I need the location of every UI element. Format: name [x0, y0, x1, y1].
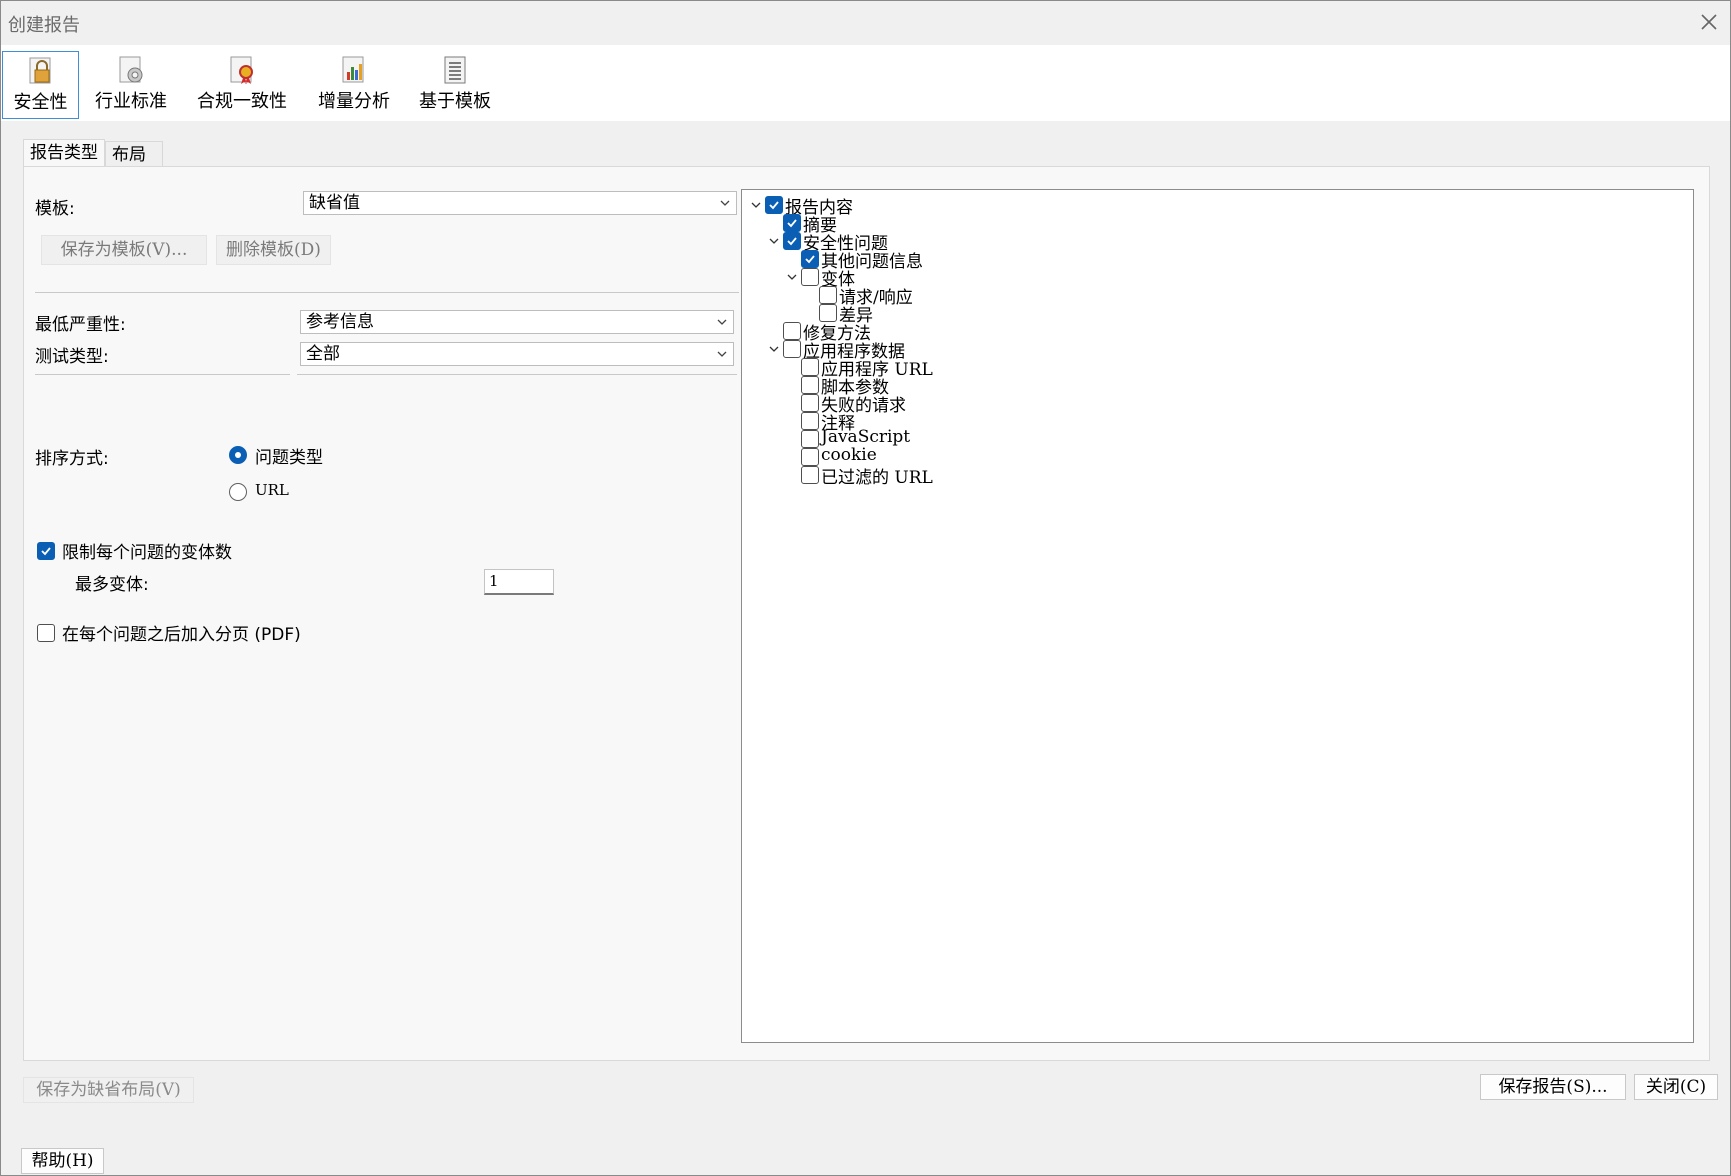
- expand-chevron-icon[interactable]: [786, 271, 798, 283]
- toolbar-security[interactable]: 安全性: [2, 51, 79, 119]
- tree-node[interactable]: 差异: [742, 304, 1642, 326]
- toolbar-label: 安全性: [13, 92, 68, 113]
- tree-node[interactable]: 请求/响应: [742, 286, 1642, 308]
- divider: [297, 374, 737, 375]
- save-as-template-button[interactable]: 保存为模板(V)...: [41, 235, 207, 265]
- sort-by-url-label: URL: [255, 481, 289, 499]
- divider: [35, 292, 739, 293]
- toolbar-compliance[interactable]: 合规一致性: [189, 51, 295, 119]
- tree-node[interactable]: 报告内容: [742, 196, 1642, 218]
- ribbon-icon: [230, 56, 253, 84]
- tree-node[interactable]: 已过滤的 URL: [742, 466, 1642, 488]
- tree-node-checkbox[interactable]: [783, 340, 801, 358]
- tree-node[interactable]: JavaScript: [742, 427, 1642, 448]
- tree-node-checkbox[interactable]: [801, 376, 819, 394]
- tree-node-label: JavaScript: [821, 427, 911, 447]
- sort-by-label: 排序方式:: [35, 449, 109, 469]
- tree-node-checkbox[interactable]: [783, 214, 801, 232]
- expand-chevron-icon[interactable]: [768, 343, 780, 355]
- tree-node[interactable]: 其他问题信息: [742, 250, 1642, 272]
- tree-node-label: 已过滤的 URL: [821, 468, 933, 488]
- limit-variants-checkbox[interactable]: [37, 542, 55, 560]
- template-icon: [444, 56, 466, 84]
- window-title: 创建报告: [8, 15, 80, 36]
- check-icon: [41, 547, 51, 556]
- expand-chevron-icon[interactable]: [750, 199, 762, 211]
- toolbar-industry-standard[interactable]: 行业标准: [85, 51, 177, 119]
- report-type-toolbar: 安全性 行业标准 合规一致性 增量分析 基于模板: [1, 45, 1730, 121]
- report-content-tree[interactable]: 报告内容 摘要 安全性问题 其他问题信息 变体 请求/响应 差异 修复方法 应用程序数据 应用程序…: [741, 189, 1694, 1043]
- title-bar: 创建报告: [1, 1, 1730, 45]
- tree-node[interactable]: 失败的请求: [742, 394, 1642, 416]
- toolbar-label: 行业标准: [95, 91, 167, 112]
- close-window-button[interactable]: [1696, 9, 1722, 35]
- lock-icon: [29, 57, 50, 84]
- toolbar-label: 增量分析: [318, 91, 390, 112]
- sort-by-issue-type-radio[interactable]: [229, 446, 247, 464]
- min-severity-value: 参考信息: [306, 312, 374, 332]
- tab-layout[interactable]: 布局: [105, 141, 163, 167]
- check-icon: [787, 219, 797, 228]
- tree-node-label: cookie: [821, 445, 877, 465]
- help-button[interactable]: 帮助(H): [21, 1148, 104, 1174]
- create-report-dialog: 创建报告 安全性 行业标准 合规一致性 增量分析 基于模板 报告类型 布局 模板…: [0, 0, 1731, 1176]
- toolbar-delta-analysis[interactable]: 增量分析: [308, 51, 400, 119]
- sort-by-url-radio[interactable]: [229, 483, 247, 501]
- check-icon: [787, 237, 797, 246]
- gear-icon: [119, 56, 143, 83]
- tree-node-checkbox[interactable]: [801, 394, 819, 412]
- tree-node-checkbox[interactable]: [801, 466, 819, 484]
- toolbar-label: 合规一致性: [197, 91, 287, 112]
- max-variants-label: 最多变体:: [75, 575, 149, 595]
- save-default-layout-button[interactable]: 保存为缺省布局(V): [23, 1077, 194, 1103]
- sort-by-issue-type-label: 问题类型: [255, 448, 323, 468]
- tree-node-checkbox[interactable]: [801, 448, 819, 466]
- check-icon: [805, 255, 815, 264]
- chart-icon: [342, 56, 364, 83]
- chevron-down-icon: [720, 200, 730, 206]
- tree-node-checkbox[interactable]: [783, 232, 801, 250]
- chevron-down-icon: [717, 319, 727, 325]
- delete-template-button[interactable]: 删除模板(D): [216, 235, 331, 265]
- test-type-select[interactable]: 全部: [300, 342, 734, 366]
- tree-node-checkbox[interactable]: [801, 412, 819, 430]
- test-type-label: 测试类型:: [35, 347, 109, 367]
- tree-node-checkbox[interactable]: [801, 268, 819, 286]
- min-severity-select[interactable]: 参考信息: [300, 310, 734, 334]
- divider: [35, 374, 290, 375]
- check-icon: [769, 201, 779, 210]
- page-break-checkbox[interactable]: [37, 624, 55, 642]
- test-type-value: 全部: [306, 344, 340, 364]
- page-break-label: 在每个问题之后加入分页 (PDF): [62, 625, 301, 645]
- toolbar-template-based[interactable]: 基于模板: [409, 51, 501, 119]
- close-button[interactable]: 关闭(C): [1634, 1074, 1718, 1100]
- tree-node-checkbox[interactable]: [801, 430, 819, 448]
- close-icon: [1701, 14, 1717, 30]
- chevron-down-icon: [717, 351, 727, 357]
- tree-node-checkbox[interactable]: [765, 196, 783, 214]
- template-label: 模板:: [35, 199, 75, 219]
- min-severity-label: 最低严重性:: [35, 315, 126, 335]
- toolbar-label: 基于模板: [419, 91, 491, 112]
- max-variants-input[interactable]: 1: [484, 569, 554, 595]
- expand-chevron-icon[interactable]: [768, 235, 780, 247]
- tab-report-type[interactable]: 报告类型: [23, 139, 105, 167]
- save-report-button[interactable]: 保存报告(S)...: [1480, 1074, 1626, 1100]
- template-select-value: 缺省值: [309, 193, 360, 213]
- template-select[interactable]: 缺省值: [303, 191, 737, 215]
- tree-node-checkbox[interactable]: [801, 250, 819, 268]
- tree-node-checkbox[interactable]: [819, 286, 837, 304]
- tree-node-checkbox[interactable]: [783, 322, 801, 340]
- tree-node-checkbox[interactable]: [801, 358, 819, 376]
- limit-variants-label: 限制每个问题的变体数: [62, 543, 232, 563]
